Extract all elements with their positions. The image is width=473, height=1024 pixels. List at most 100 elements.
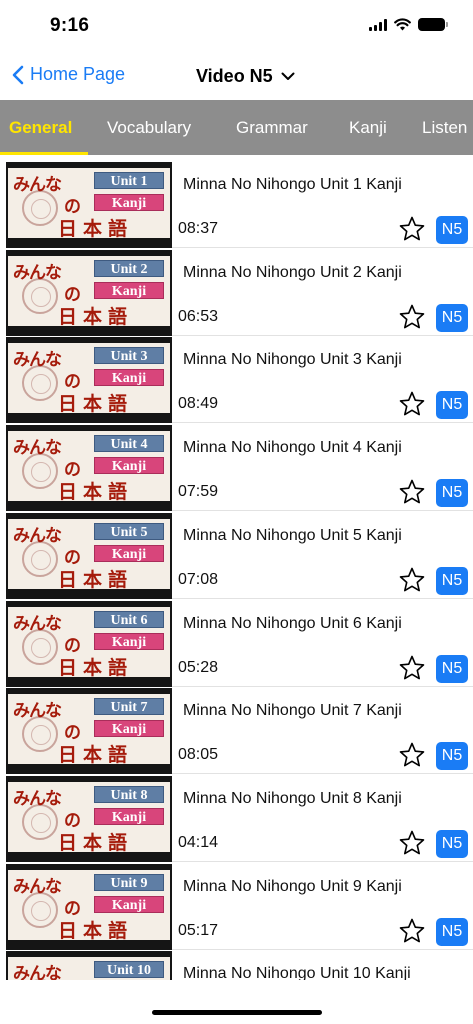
logo-circle-icon [22,365,58,402]
thumbnail-unit-badge: Unit 3 [94,347,164,365]
thumbnail-minna-text: みんな [13,438,62,459]
thumbnail-kanji-badge: Kanji [94,720,164,738]
video-row[interactable]: みんな の 日本語 Unit 9 Kanji Minna No Nihongo … [0,862,473,950]
thumbnail-nihongo-text: 日本語 [58,656,134,677]
video-row[interactable]: みんな の 日本語 Unit 2 Kanji Minna No Nihongo … [0,248,473,336]
level-badge[interactable]: N5 [436,917,468,946]
video-thumbnail[interactable]: みんな の 日本語 Unit 10 Kanji [6,951,172,980]
level-badge[interactable]: N5 [436,479,468,508]
thumbnail-unit-badge: Unit 9 [94,873,164,891]
video-title: Minna No Nihongo Unit 5 Kanji [183,526,402,544]
video-thumbnail[interactable]: みんな の 日本語 Unit 2 Kanji [6,249,172,336]
video-thumbnail[interactable]: みんな の 日本語 Unit 4 Kanji [6,425,172,512]
video-duration: 06:53 [178,307,219,325]
level-badge[interactable]: N5 [436,303,468,332]
video-row[interactable]: みんな の 日本語 Unit 8 Kanji Minna No Nihongo … [0,774,473,862]
level-badge[interactable]: N5 [436,829,468,858]
cellular-signal-icon [369,18,387,31]
thumbnail-kanji-badge: Kanji [94,457,164,475]
star-icon[interactable] [398,829,426,857]
video-thumbnail[interactable]: みんな の 日本語 Unit 8 Kanji [6,775,172,862]
star-icon[interactable] [398,478,426,506]
video-thumbnail[interactable]: みんな の 日本語 Unit 5 Kanji [6,512,172,599]
logo-circle-icon [22,628,58,665]
thumbnail-artwork: みんな の 日本語 Unit 2 Kanji [8,255,170,326]
video-thumbnail[interactable]: みんな の 日本語 Unit 3 Kanji [6,337,172,424]
level-badge[interactable]: N5 [436,654,468,683]
thumbnail-artwork: みんな の 日本語 Unit 7 Kanji [8,694,170,765]
video-title: Minna No Nihongo Unit 8 Kanji [183,789,402,807]
thumbnail-kanji-badge: Kanji [94,281,164,299]
thumbnail-minna-text: みんな [13,525,62,546]
video-row[interactable]: みんな の 日本語 Unit 6 Kanji Minna No Nihongo … [0,599,473,687]
thumbnail-nihongo-text: 日本語 [58,218,134,238]
thumbnail-unit-badge: Unit 5 [94,522,164,540]
video-thumbnail[interactable]: みんな の 日本語 Unit 1 Kanji [6,162,172,248]
thumbnail-artwork: みんな の 日本語 Unit 5 Kanji [8,518,170,589]
level-badge[interactable]: N5 [436,216,468,244]
star-icon[interactable] [398,917,426,945]
thumbnail-nihongo-text: 日本語 [58,568,134,589]
thumbnail-minna-text: みんな [13,701,62,722]
thumbnail-minna-text: みんな [13,175,62,195]
back-button[interactable]: Home Page [12,64,125,85]
star-icon[interactable] [398,390,426,418]
star-icon[interactable] [398,566,426,594]
thumbnail-kanji-badge: Kanji [94,369,164,387]
video-row[interactable]: みんな の 日本語 Unit 7 Kanji Minna No Nihongo … [0,686,473,775]
logo-circle-icon [22,453,58,490]
video-row[interactable]: みんな の 日本語 Unit 3 Kanji Minna No Nihongo … [0,335,473,424]
logo-circle-icon [22,716,58,753]
page-title: Video N5 [196,66,273,86]
thumbnail-kanji-badge: Kanji [94,807,164,825]
video-row[interactable]: みんな の 日本語 Unit 4 Kanji Minna No Nihongo … [0,423,473,512]
video-row[interactable]: みんな の 日本語 Unit 10 Kanji Minna No Nihongo… [0,949,473,980]
category-tab-bar: General Vocabulary Grammar Kanji Listen [0,100,473,155]
video-row[interactable]: みんな の 日本語 Unit 1 Kanji Minna No Nihongo … [0,160,473,248]
star-icon[interactable] [398,215,426,243]
chevron-left-icon [12,65,24,84]
thumbnail-nihongo-text: 日本語 [58,831,134,852]
tab-kanji[interactable]: Kanji [349,100,387,155]
video-list[interactable]: みんな の 日本語 Unit 1 Kanji Minna No Nihongo … [0,160,473,980]
video-thumbnail[interactable]: みんな の 日本語 Unit 7 Kanji [6,688,172,775]
logo-circle-icon [22,803,58,840]
star-icon[interactable] [398,654,426,682]
level-badge[interactable]: N5 [436,566,468,595]
thumbnail-unit-badge: Unit 7 [94,698,164,716]
level-badge[interactable]: N5 [436,742,468,771]
logo-circle-icon [22,277,58,314]
video-duration: 05:17 [178,921,219,939]
home-indicator [152,1010,322,1015]
video-thumbnail[interactable]: みんな の 日本語 Unit 6 Kanji [6,600,172,687]
thumbnail-nihongo-text: 日本語 [58,481,134,502]
tab-listen[interactable]: Listen [422,100,467,155]
thumbnail-artwork: みんな の 日本語 Unit 8 Kanji [8,781,170,852]
level-selector[interactable]: Video N5 [196,66,295,87]
thumbnail-kanji-badge: Kanji [94,895,164,913]
thumbnail-unit-badge: Unit 6 [94,610,164,628]
star-icon[interactable] [398,303,426,331]
video-thumbnail[interactable]: みんな の 日本語 Unit 9 Kanji [6,863,172,950]
thumbnail-nihongo-text: 日本語 [58,393,134,414]
thumbnail-artwork: みんな の 日本語 Unit 3 Kanji [8,343,170,414]
tab-grammar[interactable]: Grammar [236,100,308,155]
video-title: Minna No Nihongo Unit 7 Kanji [183,702,402,720]
thumbnail-unit-badge: Unit 2 [94,259,164,277]
thumbnail-kanji-badge: Kanji [94,194,164,211]
video-title: Minna No Nihongo Unit 3 Kanji [183,351,402,369]
star-icon[interactable] [398,741,426,769]
video-title: Minna No Nihongo Unit 1 Kanji [183,176,402,193]
video-duration: 04:14 [178,833,219,851]
status-bar: 9:16 [0,0,473,54]
video-row[interactable]: みんな の 日本語 Unit 5 Kanji Minna No Nihongo … [0,511,473,599]
tab-vocabulary[interactable]: Vocabulary [107,100,191,155]
video-title: Minna No Nihongo Unit 2 Kanji [183,263,402,281]
navigation-bar: Home Page Video N5 [0,54,473,100]
thumbnail-artwork: みんな の 日本語 Unit 4 Kanji [8,431,170,502]
tab-general[interactable]: General [9,100,72,155]
level-badge[interactable]: N5 [436,391,468,420]
thumbnail-nihongo-text: 日本語 [58,305,134,326]
thumbnail-kanji-badge: Kanji [94,632,164,650]
thumbnail-minna-text: みんな [13,964,62,980]
